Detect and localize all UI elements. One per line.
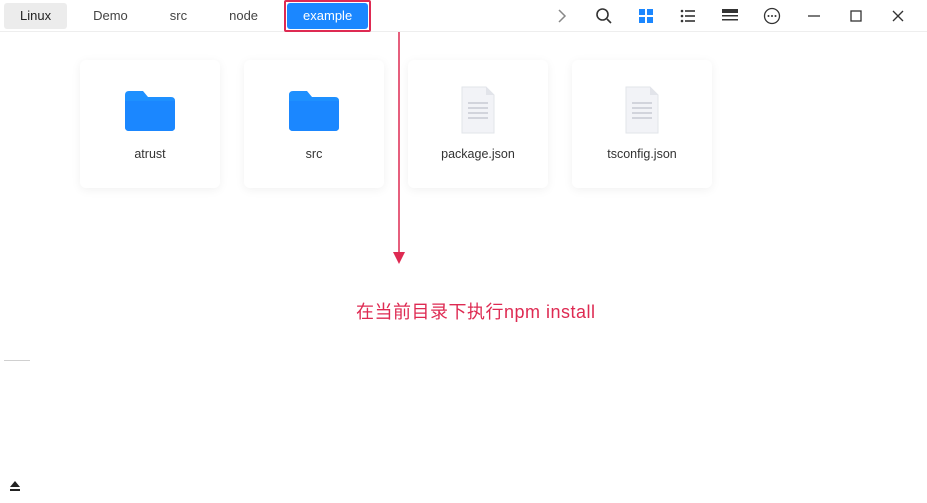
file-icon [451,87,505,133]
search-icon[interactable] [595,7,613,25]
folder-icon [287,87,341,133]
folder-icon [123,87,177,133]
sidebar-divider [4,360,30,361]
file-label: atrust [134,147,165,161]
toolbar [553,7,923,25]
file-label: tsconfig.json [607,147,676,161]
breadcrumb-linux[interactable]: Linux [4,3,67,29]
breadcrumb-demo[interactable]: Demo [77,3,144,29]
close-icon[interactable] [889,7,907,25]
chevron-right-icon[interactable] [553,7,571,25]
more-icon[interactable] [763,7,781,25]
file-label: src [306,147,323,161]
list-view-icon[interactable] [679,7,697,25]
breadcrumb-node[interactable]: node [213,3,274,29]
eject-icon[interactable] [8,479,22,493]
file-icon [615,87,669,133]
breadcrumb-example[interactable]: example [287,3,368,29]
breadcrumb-active-highlight: example [284,0,371,32]
file-tsconfig-json[interactable]: tsconfig.json [572,60,712,188]
file-grid: atrust src package.json tsconfig.json [80,60,927,188]
folder-atrust[interactable]: atrust [80,60,220,188]
file-package-json[interactable]: package.json [408,60,548,188]
content-area: atrust src package.json tsconfig.json 在当… [0,32,927,503]
grid-view-icon[interactable] [637,7,655,25]
maximize-icon[interactable] [847,7,865,25]
top-bar: Linux Demo src node example [0,0,927,32]
breadcrumbs: Linux Demo src node example [4,2,371,30]
folder-src[interactable]: src [244,60,384,188]
breadcrumb-src[interactable]: src [154,3,203,29]
minimize-icon[interactable] [805,7,823,25]
details-view-icon[interactable] [721,7,739,25]
annotation-text: 在当前目录下执行npm install [356,298,596,324]
file-label: package.json [441,147,515,161]
